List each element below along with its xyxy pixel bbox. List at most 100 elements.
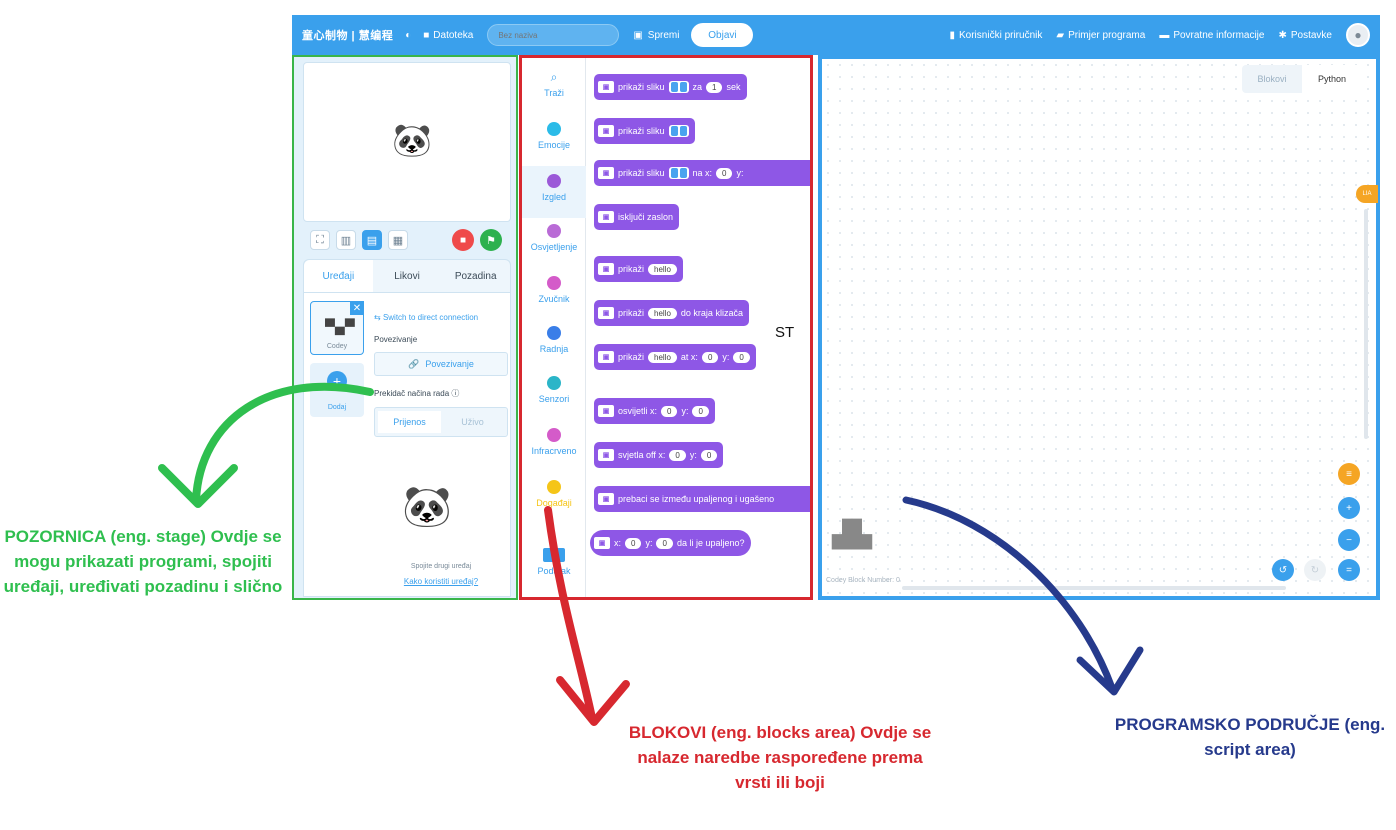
category-events[interactable]: Događaji xyxy=(522,480,586,508)
how-to-link[interactable]: Kako koristiti uređaj? xyxy=(374,577,508,586)
category-dot xyxy=(547,174,561,188)
category-dot xyxy=(547,326,561,340)
project-title-input[interactable] xyxy=(487,24,620,46)
mode-live[interactable]: Uživo xyxy=(441,411,504,433)
file-menu[interactable]: ■ Datoteka xyxy=(423,30,473,41)
horizontal-scrollbar[interactable] xyxy=(902,586,1286,590)
x-input[interactable]: 0 xyxy=(625,537,642,549)
fullscreen-icon[interactable]: ⛶ xyxy=(310,230,330,250)
codey-icon: ▣ xyxy=(598,493,614,505)
stop-button[interactable]: ■ xyxy=(452,229,474,251)
block-show-image[interactable]: ▣ prikaži sliku xyxy=(594,118,695,144)
image-picker[interactable] xyxy=(668,167,689,179)
feedback-link[interactable]: ▬ Povratne informacije xyxy=(1159,30,1264,41)
x-input[interactable]: 0 xyxy=(669,449,686,461)
sprite-caption: Codey Block Number: 0 xyxy=(826,577,900,584)
panda-sprite[interactable]: 🐼 xyxy=(392,121,432,159)
block-toggle-pixel[interactable]: ▣ prebaci se između upaljenog i ugašeno xyxy=(594,486,810,512)
switch-connection-link[interactable]: ⇆ Switch to direct connection xyxy=(374,313,508,323)
text-input[interactable]: hello xyxy=(648,263,677,275)
y-input[interactable]: 0 xyxy=(733,351,750,363)
block-show-text-until-scroll[interactable]: ▣ prikaži hello do kraja klizača xyxy=(594,300,749,326)
data-icon xyxy=(543,548,565,562)
block-screen-off[interactable]: ▣ isključi zaslon xyxy=(594,204,680,230)
connect-button[interactable]: 🔗 Povezivanje xyxy=(374,352,508,376)
undo-icon[interactable]: ↺ xyxy=(1272,559,1294,581)
y-input[interactable]: 0 xyxy=(656,537,673,549)
globe-icon[interactable]: ◐ xyxy=(405,30,411,41)
codey-robot-icon: ▟▙ xyxy=(832,519,872,549)
example-programs-link[interactable]: ▰ Primjer programa xyxy=(1056,30,1145,41)
seconds-input[interactable]: 1 xyxy=(706,81,723,93)
category-search[interactable]: ⌕ Traži xyxy=(522,70,586,98)
x-input[interactable]: 0 xyxy=(661,405,678,417)
x-input[interactable]: 0 xyxy=(716,167,733,179)
category-lighting[interactable]: Osvjetljenje xyxy=(522,224,586,252)
category-emotions[interactable]: Emocije xyxy=(522,122,586,150)
script-annotation: PROGRAMSKO PODRUČJE (eng. script area) xyxy=(1114,715,1386,759)
stage-annotation: POZORNICA (eng. stage) Ovdje se mogu pri… xyxy=(3,527,283,596)
image-picker[interactable] xyxy=(668,81,689,93)
green-flag-button[interactable]: ⚑ xyxy=(480,229,502,251)
text-input[interactable]: hello xyxy=(648,351,677,363)
collapse-tab[interactable]: LIA xyxy=(1356,185,1378,203)
search-icon: ⌕ xyxy=(550,70,558,84)
link-icon: 🔗 xyxy=(408,358,420,369)
editor-mode-tabs: Blokovi Python xyxy=(1242,65,1362,93)
image-picker[interactable] xyxy=(668,125,689,137)
user-manual-link[interactable]: ▮ Korisnički priručnik xyxy=(949,30,1042,41)
avatar[interactable]: ● xyxy=(1346,23,1370,47)
category-looks[interactable]: Izgled xyxy=(522,166,586,218)
add-device-button[interactable]: + Dodaj xyxy=(310,363,364,417)
tab-sprites[interactable]: Likovi xyxy=(373,260,442,292)
tab-python[interactable]: Python xyxy=(1302,65,1362,93)
codey-icon: ▣ xyxy=(598,351,614,363)
category-dot xyxy=(547,224,561,238)
mode-upload[interactable]: Prijenos xyxy=(378,411,441,433)
block-show-image-for[interactable]: ▣ prikaži sliku za 1 sek xyxy=(594,74,747,100)
gear-icon: ✱ xyxy=(1278,29,1287,41)
category-infrared[interactable]: Infracrveno xyxy=(522,428,586,456)
category-speaker[interactable]: Zvučnik xyxy=(522,276,586,304)
tab-blocks[interactable]: Blokovi xyxy=(1242,65,1302,93)
redo-icon[interactable]: ↻ xyxy=(1304,559,1326,581)
close-icon[interactable]: ✕ xyxy=(350,301,364,315)
large-stage-icon[interactable]: ▤ xyxy=(362,230,382,250)
info-icon[interactable]: ⓘ xyxy=(451,389,459,398)
overlay-text: ST xyxy=(775,324,795,341)
stage-tabs: Uređaji Likovi Pozadina xyxy=(303,259,511,293)
block-show-image-at[interactable]: ▣ prikaži sliku na x: 0 y: xyxy=(594,160,810,186)
connect-section-label: Povezivanje xyxy=(374,335,418,344)
clean-up-icon[interactable]: ≡ xyxy=(1338,463,1360,485)
zoom-out-icon[interactable]: − xyxy=(1338,529,1360,551)
device-card-codey[interactable]: ✕ ▀▄▀ Codey xyxy=(310,301,364,355)
tab-devices[interactable]: Uređaji xyxy=(304,260,373,292)
block-light-pixel[interactable]: ▣ osvijetli x: 0 y: 0 xyxy=(594,398,715,424)
grid-icon[interactable]: ▦ xyxy=(388,230,408,250)
text-input[interactable]: hello xyxy=(648,307,677,319)
green-arrow-head xyxy=(158,464,238,508)
y-input[interactable]: 0 xyxy=(700,449,718,461)
block-pixel-off[interactable]: ▣ svjetla off x: 0 y: 0 xyxy=(594,442,724,468)
settings-link[interactable]: ✱ Postavke xyxy=(1278,30,1332,41)
save-button[interactable]: ▣ Spremi xyxy=(633,30,679,41)
category-sensors[interactable]: Senzori xyxy=(522,376,586,404)
block-show-text[interactable]: ▣ prikaži hello xyxy=(594,256,683,282)
publish-button[interactable]: Objavi xyxy=(691,23,754,47)
script-area[interactable]: Blokovi Python LIA ≡ + − = ↺ ↻ ▟▙ Codey … xyxy=(818,55,1380,600)
category-data[interactable]: Podatak xyxy=(522,548,586,576)
x-input[interactable]: 0 xyxy=(701,351,719,363)
tab-backgrounds[interactable]: Pozadina xyxy=(441,260,510,292)
category-action[interactable]: Radnja xyxy=(522,326,586,354)
block-is-pixel-lit[interactable]: ▣ x: 0 y: 0 da li je upaljeno? xyxy=(590,530,751,556)
blocks-annotation: BLOKOVI (eng. blocks area) Ovdje se nala… xyxy=(628,723,932,792)
stage-canvas[interactable]: 🐼 xyxy=(303,62,511,222)
y-input[interactable]: 0 xyxy=(692,405,709,417)
codey-icon: ▣ xyxy=(598,167,614,179)
category-dot xyxy=(547,480,561,494)
zoom-in-icon[interactable]: + xyxy=(1338,497,1360,519)
reset-zoom-icon[interactable]: = xyxy=(1338,559,1360,581)
small-stage-icon[interactable]: ▥ xyxy=(336,230,356,250)
block-show-text-at[interactable]: ▣ prikaži hello at x: 0 y: 0 xyxy=(594,344,756,370)
vertical-scrollbar[interactable] xyxy=(1364,209,1368,439)
